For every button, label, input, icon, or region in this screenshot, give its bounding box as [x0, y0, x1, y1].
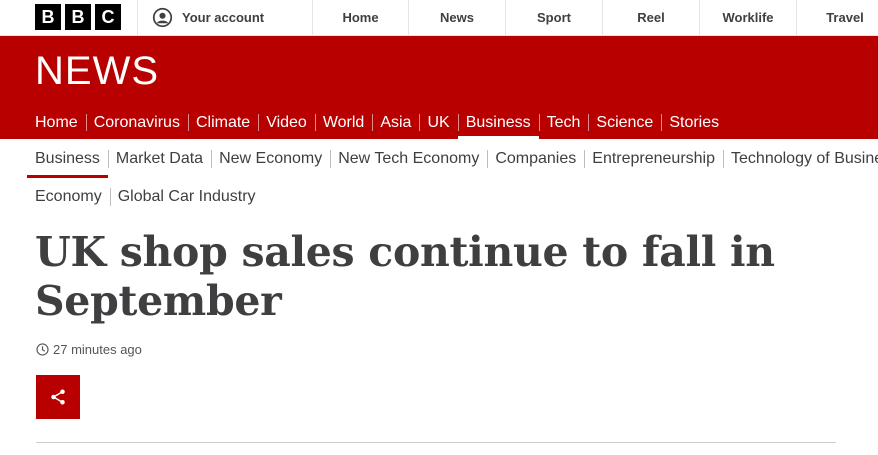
share-icon [51, 389, 65, 405]
sub-nav-companies[interactable]: Companies [487, 142, 584, 176]
news-logo[interactable]: NEWS [35, 49, 159, 94]
global-nav-news[interactable]: News [409, 0, 506, 35]
sub-nav-market-data[interactable]: Market Data [107, 142, 211, 176]
news-nav-video[interactable]: Video [258, 106, 315, 139]
sub-nav-entrepreneurship[interactable]: Entrepreneurship [584, 142, 723, 176]
bbc-logo-letter: B [65, 4, 91, 30]
account-icon [152, 7, 173, 28]
news-nav: Home Coronavirus Climate Video World Asi… [27, 106, 727, 139]
article-timestamp: 27 minutes ago [36, 342, 142, 357]
news-masthead: NEWS Home Coronavirus Climate Video Worl… [0, 36, 878, 139]
news-nav-business[interactable]: Business [457, 106, 539, 139]
news-nav-science[interactable]: Science [588, 106, 661, 139]
sub-nav-new-tech-economy[interactable]: New Tech Economy [330, 142, 487, 176]
sub-nav-technology-of-business[interactable]: Technology of Business [723, 142, 878, 176]
bbc-logo-letter: C [95, 4, 121, 30]
sub-nav-new-economy[interactable]: New Economy [211, 142, 330, 176]
global-nav-travel[interactable]: Travel [797, 0, 878, 35]
account-label: Your account [182, 10, 265, 25]
news-nav-coronavirus[interactable]: Coronavirus [85, 106, 188, 139]
divider [36, 442, 836, 443]
global-header: B B C Your account Home News Sport Reel … [0, 0, 878, 36]
news-nav-climate[interactable]: Climate [187, 106, 258, 139]
global-nav-worklife[interactable]: Worklife [700, 0, 797, 35]
bbc-logo[interactable]: B B C [35, 4, 121, 30]
global-nav-reel[interactable]: Reel [603, 0, 700, 35]
global-nav-home[interactable]: Home [313, 0, 409, 35]
share-button[interactable] [36, 375, 80, 419]
sub-nav-business[interactable]: Business [27, 142, 108, 178]
news-nav-tech[interactable]: Tech [538, 106, 589, 139]
clock-icon [36, 343, 49, 356]
sub-nav-global-car-industry[interactable]: Global Car Industry [109, 180, 264, 214]
bbc-logo-letter: B [35, 4, 61, 30]
article-headline: UK shop sales continue to fall in Septem… [35, 228, 775, 325]
sub-nav-row: Business Market Data New Economy New Tec… [27, 142, 878, 178]
timestamp-text: 27 minutes ago [53, 342, 142, 357]
sub-nav-economy[interactable]: Economy [27, 180, 110, 214]
news-nav-uk[interactable]: UK [419, 106, 457, 139]
sub-nav-row: Economy Global Car Industry [27, 180, 878, 214]
news-nav-stories[interactable]: Stories [661, 106, 727, 139]
global-nav-sport[interactable]: Sport [506, 0, 603, 35]
news-nav-asia[interactable]: Asia [372, 106, 419, 139]
business-sub-nav: Business Market Data New Economy New Tec… [27, 142, 878, 214]
news-nav-world[interactable]: World [314, 106, 373, 139]
your-account-link[interactable]: Your account [137, 0, 313, 35]
global-nav: Home News Sport Reel Worklife Travel [313, 0, 878, 35]
news-nav-home[interactable]: Home [27, 106, 86, 139]
